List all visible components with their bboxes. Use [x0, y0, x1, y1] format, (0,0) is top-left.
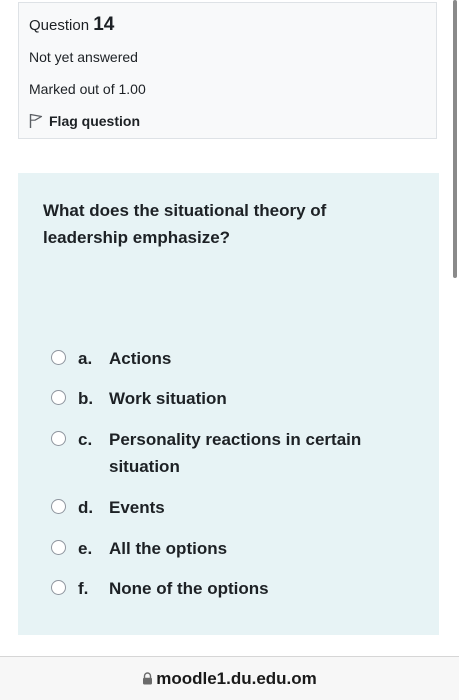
- answer-label: Personality reactions in certain situati…: [109, 430, 362, 476]
- answer-letter: e.: [78, 539, 93, 558]
- answer-option-a[interactable]: a. Actions: [51, 345, 384, 372]
- question-prefix: Question: [29, 17, 90, 34]
- page-scrollbar[interactable]: [453, 0, 457, 278]
- answer-label: Actions: [109, 349, 172, 368]
- answer-letter: f.: [78, 579, 89, 598]
- question-grade: Marked out of 1.00: [29, 81, 146, 97]
- question-info-panel: Question 14 Not yet answered Marked out …: [18, 2, 437, 139]
- answer-letter: c.: [78, 430, 93, 449]
- question-content-panel: What does the situational theory of lead…: [18, 173, 439, 635]
- answer-letter: b.: [78, 389, 94, 408]
- flag-question-link[interactable]: Flag question: [29, 112, 140, 130]
- answer-option-b[interactable]: b. Work situation: [51, 385, 384, 412]
- answer-radio[interactable]: [51, 540, 66, 555]
- question-state: Not yet answered: [29, 49, 138, 65]
- answer-option-e[interactable]: e. All the options: [51, 535, 384, 562]
- answer-radio[interactable]: [51, 580, 66, 595]
- url-text: moodle1.du.edu.om: [156, 668, 317, 688]
- answer-radio[interactable]: [51, 390, 66, 405]
- answer-label: Work situation: [109, 389, 227, 408]
- answer-letter: a.: [78, 349, 93, 368]
- question-number: 14: [93, 14, 115, 35]
- answer-label: None of the options: [109, 579, 269, 598]
- answer-radio[interactable]: [51, 431, 66, 446]
- question-text: What does the situational theory of lead…: [43, 201, 327, 247]
- answer-label: All the options: [109, 539, 228, 558]
- url-display[interactable]: moodle1.du.edu.om: [142, 669, 317, 689]
- browser-address-bar[interactable]: moodle1.du.edu.om: [0, 656, 459, 700]
- question-header: Question 14: [29, 15, 114, 36]
- answer-option-d[interactable]: d. Events: [51, 494, 384, 521]
- lock-icon: [142, 672, 153, 685]
- flag-outline-icon: [29, 113, 43, 129]
- answer-radio[interactable]: [51, 350, 66, 365]
- answer-label: Events: [109, 498, 165, 517]
- answer-option-c[interactable]: c. Personality reactions in certain situ…: [51, 426, 384, 480]
- answer-radio[interactable]: [51, 499, 66, 514]
- answer-letter: d.: [78, 498, 94, 517]
- flag-question-label: Flag question: [49, 113, 140, 129]
- answer-option-f[interactable]: f. None of the options: [51, 575, 384, 602]
